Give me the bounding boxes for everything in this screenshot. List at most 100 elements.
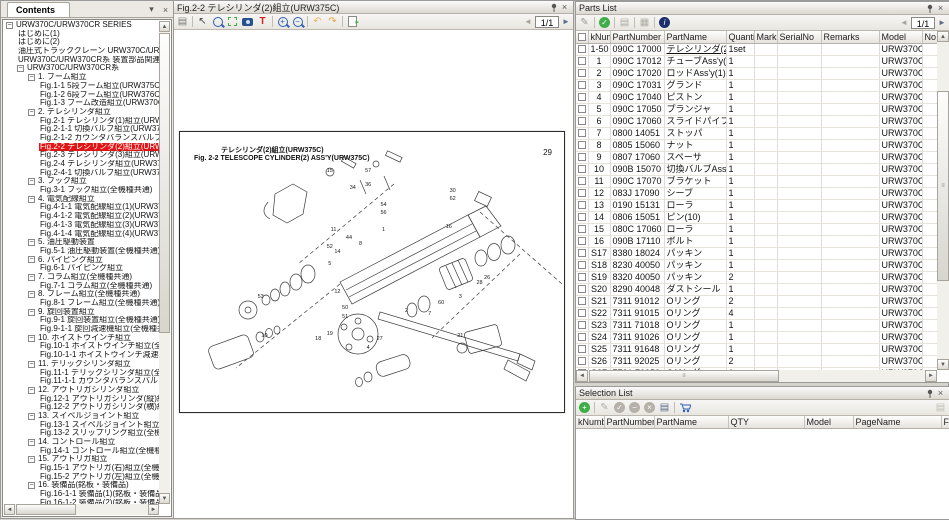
- tree-item[interactable]: Fig.13-1 スイベルジョイント組立(全機種共通: [4, 421, 159, 430]
- row-checkbox[interactable]: [578, 105, 586, 113]
- column-header[interactable]: Mark: [754, 31, 777, 43]
- table-row[interactable]: 11090C 17070ブラケット1URW370C/U...: [576, 175, 937, 187]
- tree-item[interactable]: 油圧式トラッククレーン URW370C/URW370CR系: [4, 47, 159, 56]
- row-checkbox[interactable]: [578, 69, 586, 77]
- tree-item[interactable]: Fig.11-1 デリックシリンダ組立(全機種共通): [4, 369, 159, 378]
- table-row[interactable]: 90807 17060スペーサ1URW370C/U...: [576, 151, 937, 163]
- tree-item[interactable]: −7. コラム組立(全機種共通): [4, 273, 159, 282]
- tree-item[interactable]: −11. デリックシリンダ組立: [4, 360, 159, 369]
- tree-item[interactable]: Fig.2-2 テレシリンダ(2)組立(URW375C): [4, 143, 159, 152]
- scroll-thumb[interactable]: ≡: [589, 370, 779, 382]
- column-header[interactable]: Quantity: [726, 31, 754, 43]
- table-row[interactable]: S208290 40048ダストシール1URW370C/U...: [576, 283, 937, 295]
- tree-item[interactable]: Fig.4-1-1 電気配線組立(1)(URW370C系: [4, 203, 159, 212]
- collapse-icon[interactable]: −: [28, 482, 35, 489]
- row-checkbox[interactable]: [578, 177, 586, 185]
- collapse-icon[interactable]: −: [17, 65, 24, 72]
- table-row[interactable]: 1-50090C 17000テレシリンダ(2)組立1setURW370C/U..…: [576, 43, 937, 55]
- copy-icon[interactable]: ▤: [618, 16, 631, 29]
- column-header[interactable]: Model: [804, 416, 853, 428]
- table-row[interactable]: 70800 14051ストッパ1URW370C/U...: [576, 127, 937, 139]
- text-icon[interactable]: T: [256, 15, 269, 28]
- tree-item[interactable]: −2. テレシリンダ組立: [4, 108, 159, 117]
- apply-icon[interactable]: ✓: [598, 16, 611, 29]
- table-row[interactable]: 80805 15060ナット1URW370C/U...: [576, 139, 937, 151]
- row-checkbox[interactable]: [578, 285, 586, 293]
- table-row[interactable]: S217311 91012Oリング2URW370C/U...: [576, 295, 937, 307]
- tree-item[interactable]: Fig.8-1 フレーム組立(全機種共通): [4, 299, 159, 308]
- fit-page-icon[interactable]: [226, 15, 239, 28]
- collapse-icon[interactable]: −: [28, 387, 35, 394]
- tree-item[interactable]: Fig.2-4-1 切換バルブ組立(URW376C): [4, 169, 159, 178]
- column-header[interactable]: [576, 31, 588, 43]
- copy-icon[interactable]: ▤: [934, 401, 947, 414]
- column-header[interactable]: Model: [879, 31, 922, 43]
- tree-item[interactable]: Fig.12-2 アウトリガシリンダ(横)組立(全機種: [4, 403, 159, 412]
- collapse-icon[interactable]: −: [28, 309, 35, 316]
- tree-item[interactable]: −16. 装備品(銘板・装備品): [4, 481, 159, 490]
- scroll-left-icon[interactable]: ◄: [4, 504, 15, 515]
- tree-item[interactable]: −1. ブーム組立: [4, 73, 159, 82]
- zoom-in-icon[interactable]: +: [276, 15, 289, 28]
- pin-icon[interactable]: [924, 3, 935, 14]
- collapse-icon[interactable]: −: [6, 22, 13, 29]
- tree-item[interactable]: −10. ホイストウインチ組立: [4, 334, 159, 343]
- row-checkbox[interactable]: [578, 201, 586, 209]
- zoom-window-icon[interactable]: [211, 15, 224, 28]
- tree-item[interactable]: −3. フック組立: [4, 177, 159, 186]
- collapse-icon[interactable]: −: [28, 291, 35, 298]
- row-checkbox[interactable]: [578, 321, 586, 329]
- tree-item[interactable]: Fig.2-1-1 切換バルブ組立(URW375C): [4, 125, 159, 134]
- collapse-icon[interactable]: −: [28, 413, 35, 420]
- scroll-left-icon[interactable]: ◄: [576, 370, 588, 382]
- table-row[interactable]: S198320 40050パッキン2URW370C/U...: [576, 271, 937, 283]
- tree-item[interactable]: Fig.10-1-1 ホイストウインチ減速機組立(全: [4, 351, 159, 360]
- column-header[interactable]: kNumb: [588, 31, 610, 43]
- tree-item[interactable]: −4. 電気配線組立: [4, 195, 159, 204]
- tree-item[interactable]: Fig.3-1 フック組立(全機種共通): [4, 186, 159, 195]
- tree-item[interactable]: −13. スイベルジョイント組立: [4, 412, 159, 421]
- prev-page-button[interactable]: ◄: [899, 18, 909, 27]
- row-checkbox[interactable]: [578, 189, 586, 197]
- column-header[interactable]: FigName: [941, 416, 949, 428]
- scroll-right-icon[interactable]: ►: [925, 370, 937, 382]
- edit-icon[interactable]: ✎: [578, 16, 591, 29]
- ok-icon[interactable]: ✓: [613, 401, 626, 414]
- scroll-up-icon[interactable]: ▲: [937, 31, 949, 42]
- tree-item[interactable]: Fig.4-1-2 電気配線組立(2)(URW370C系: [4, 212, 159, 221]
- remove-icon[interactable]: −: [628, 401, 641, 414]
- column-header[interactable]: SerialNo: [777, 31, 821, 43]
- tree-item[interactable]: −URW370C/URW370CR系: [4, 64, 159, 73]
- row-checkbox[interactable]: [578, 333, 586, 341]
- collapse-icon[interactable]: −: [28, 274, 35, 281]
- scroll-thumb[interactable]: [159, 33, 170, 333]
- parts-vertical-scrollbar[interactable]: ▲ ≡ ▼: [937, 31, 949, 370]
- row-checkbox[interactable]: [578, 45, 586, 53]
- pointer-icon[interactable]: ↖: [196, 15, 209, 28]
- row-checkbox[interactable]: [578, 249, 586, 257]
- tree-item[interactable]: Fig.13-2 スリップリング組立(全機種共通): [4, 429, 159, 438]
- row-checkbox[interactable]: [578, 237, 586, 245]
- export-icon[interactable]: [346, 15, 359, 28]
- tab-contents[interactable]: Contents: [7, 2, 70, 17]
- tree-item[interactable]: Fig.14-1 コントロール組立(全機種共通): [4, 447, 159, 456]
- collapse-icon[interactable]: −: [28, 335, 35, 342]
- column-header[interactable]: PartName: [664, 31, 726, 43]
- column-header[interactable]: kNumb: [576, 416, 604, 428]
- cancel-icon[interactable]: ×: [643, 401, 656, 414]
- tree-item[interactable]: Fig.5-1 油圧駆動装置(全機種共通): [4, 247, 159, 256]
- scroll-thumb[interactable]: ≡: [937, 91, 949, 281]
- scroll-thumb[interactable]: [16, 504, 76, 515]
- tree-vertical-scrollbar[interactable]: ▲ ▼: [159, 21, 170, 504]
- tree-item[interactable]: −8. フレーム組立(全機種共通): [4, 290, 159, 299]
- tree-item[interactable]: Fig.9-1 旋回装置組立(全機種共通): [4, 316, 159, 325]
- pin-icon[interactable]: [924, 388, 935, 399]
- tree-item[interactable]: −12. アウトリガシリンダ組立: [4, 386, 159, 395]
- scroll-down-icon[interactable]: ▼: [937, 359, 949, 370]
- tree-item[interactable]: −15. アウトリガ組立: [4, 455, 159, 464]
- table-row[interactable]: S188230 40050パッキン1URW370C/U...: [576, 259, 937, 271]
- tree-item[interactable]: −9. 旋回装置組立: [4, 308, 159, 317]
- info-icon[interactable]: i: [658, 16, 671, 29]
- scroll-right-icon[interactable]: ►: [148, 504, 159, 515]
- collapse-icon[interactable]: −: [28, 256, 35, 263]
